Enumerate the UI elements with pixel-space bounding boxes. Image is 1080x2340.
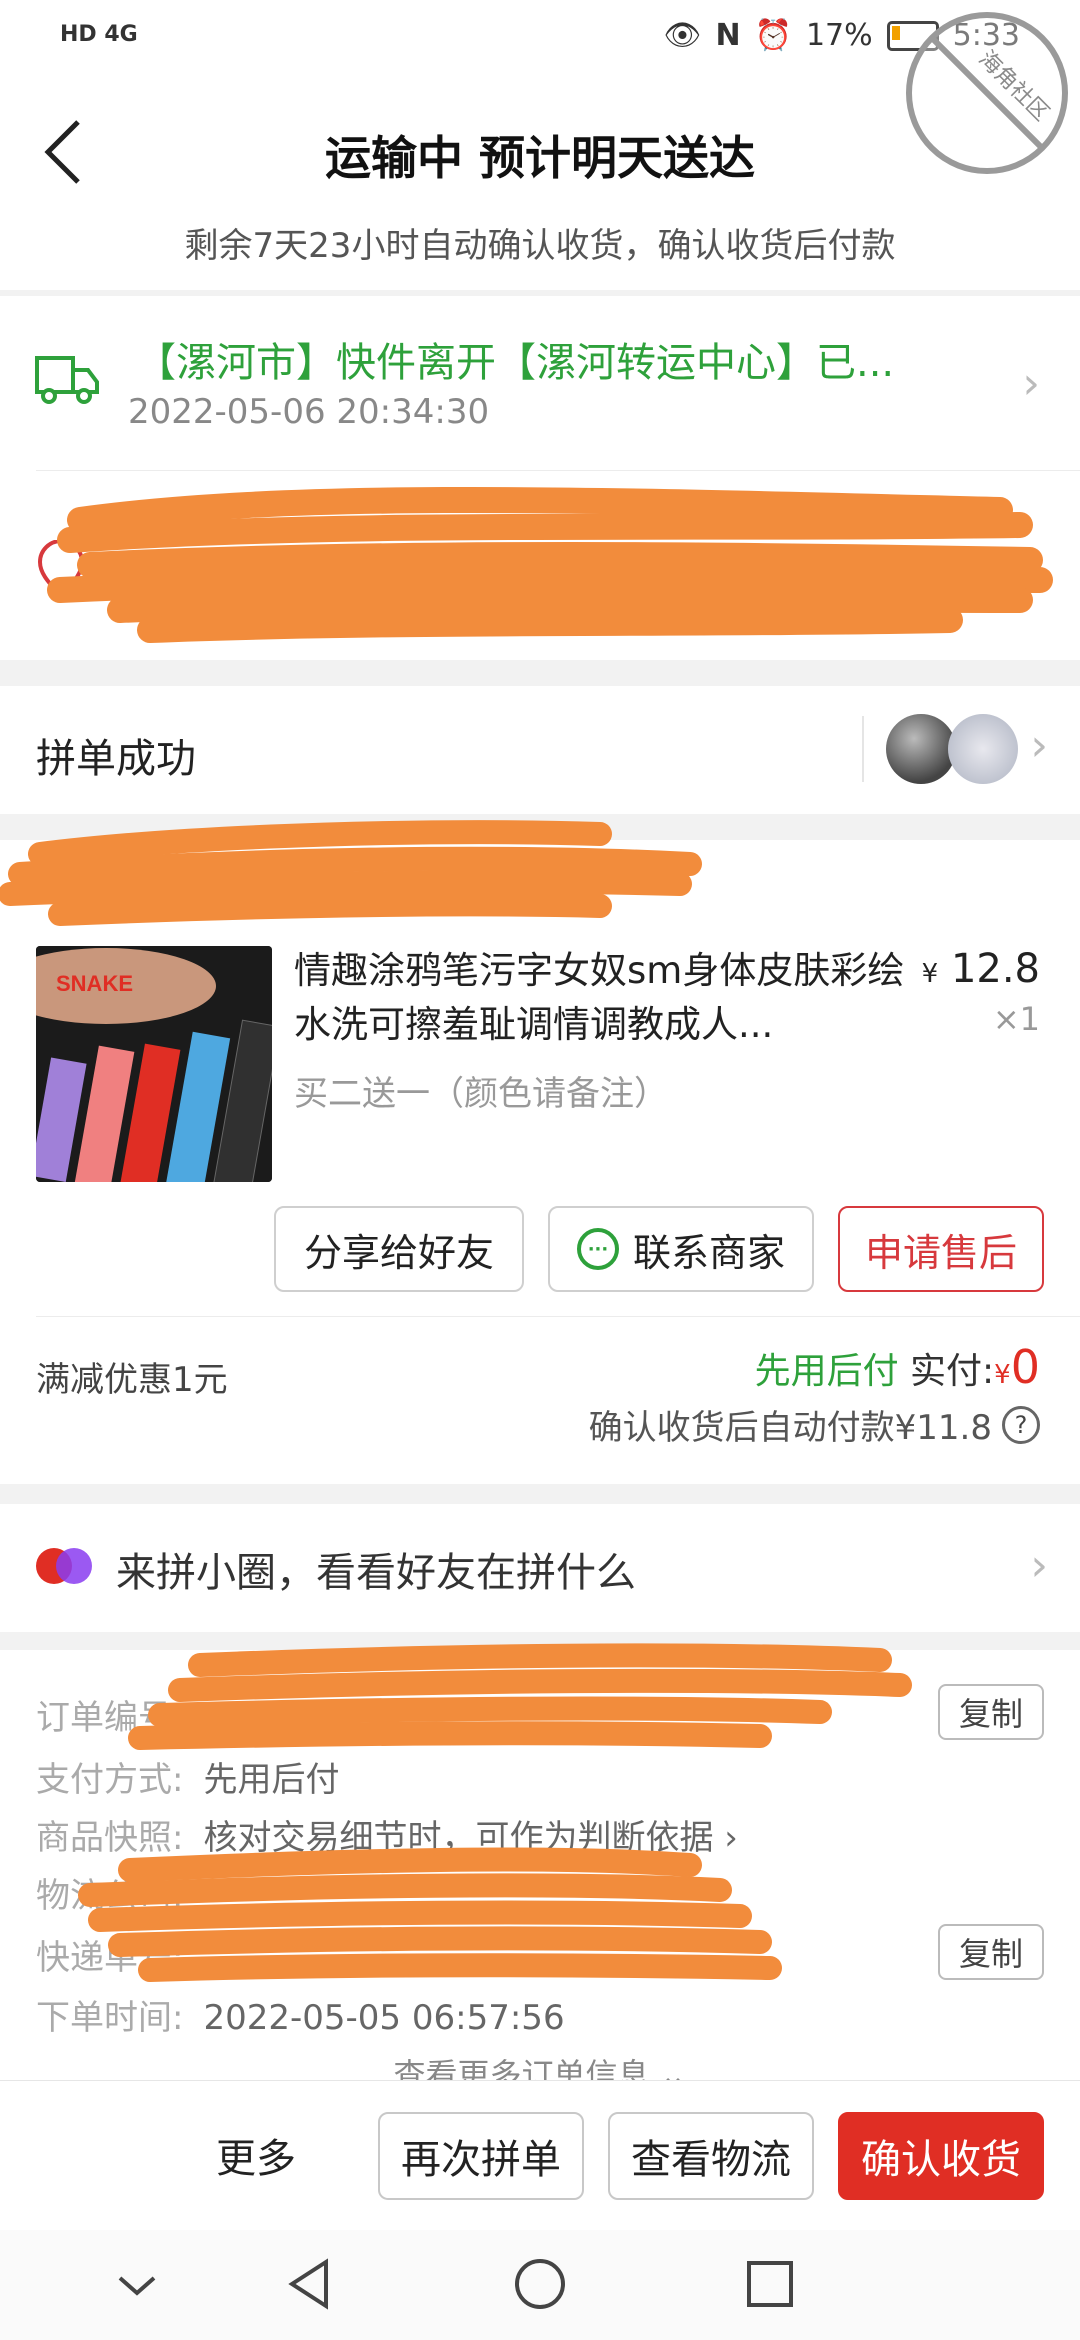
friend-circle-text: 来拼小圈，看看好友在拼什么 xyxy=(116,1550,636,1596)
currency-symbol: ¥ xyxy=(921,959,939,989)
network-indicator: HD 4G xyxy=(60,22,138,47)
chevron-right-icon: › xyxy=(1022,358,1040,409)
nav-home-icon[interactable] xyxy=(512,2256,568,2312)
marker-pens-image: SNAKE xyxy=(36,946,272,1182)
discount-info: 满减优惠1元 xyxy=(36,1360,228,1400)
alarm-icon: ⏰ xyxy=(754,18,792,53)
product-image[interactable]: SNAKE xyxy=(36,946,272,1182)
auto-pay-row: 确认收货后自动付款¥11.8 ? xyxy=(589,1400,1040,1449)
chevron-right-icon: › xyxy=(1030,1540,1048,1591)
order-number-label: 订单编号: xyxy=(36,1698,184,1738)
paid-label: 实付: xyxy=(910,1351,995,1392)
avatar xyxy=(948,714,1018,784)
svg-text:SNAKE: SNAKE xyxy=(56,971,133,996)
pay-later-tag: 先用后付 xyxy=(754,1351,899,1392)
nav-recents-icon[interactable] xyxy=(744,2258,796,2310)
courier-label: 物流公司: xyxy=(36,1876,184,1916)
order-time-value: 2022-05-05 06:57:56 xyxy=(203,1998,565,2038)
watermark-stamp-icon: 海角社区 xyxy=(906,12,1068,174)
after-sale-button[interactable]: 申请售后 xyxy=(838,1206,1044,1292)
snapshot-value: 核对交易细节时，可作为判断依据 › xyxy=(203,1818,738,1858)
logistics-time: 2022-05-06 20:34:30 xyxy=(128,392,490,432)
view-logistics-button[interactable]: 查看物流 xyxy=(608,2112,814,2200)
pay-method-label: 支付方式: xyxy=(36,1760,184,1800)
chevron-right-icon: › xyxy=(1030,720,1048,771)
auto-pay-text: 确认收货后自动付款¥11.8 xyxy=(588,1408,992,1448)
battery-percent: 17% xyxy=(805,18,873,53)
group-success-label: 拼单成功 xyxy=(36,736,196,782)
watermark-logo: 海角社区 xyxy=(902,8,1072,178)
share-button[interactable]: 分享给好友 xyxy=(274,1206,524,1292)
avatar xyxy=(886,714,956,784)
paid-value: 0 xyxy=(1010,1340,1040,1394)
divider xyxy=(36,1316,1080,1317)
regroup-button[interactable]: 再次拼单 xyxy=(378,2112,584,2200)
paid-currency: ¥ xyxy=(994,1360,1011,1390)
divider xyxy=(862,716,864,782)
copy-tracking-button[interactable]: 复制 xyxy=(938,1924,1044,1980)
view-logistics-label: 查看物流 xyxy=(631,2137,791,2183)
chevron-down-icon[interactable] xyxy=(112,2260,162,2310)
confirm-receipt-label: 确认收货 xyxy=(861,2137,1021,2183)
auto-confirm-notice: 剩余7天23小时自动确认收货，确认收货后付款 xyxy=(184,226,896,266)
logistics-status: 【漯河市】快件离开【漯河转运中心】已... xyxy=(136,340,895,386)
order-time-row: 下单时间: 2022-05-05 06:57:56 xyxy=(36,1990,565,2039)
more-button[interactable]: 更多 xyxy=(216,2126,296,2184)
tracking-row: 快递单号: xyxy=(36,1930,183,1979)
circle-logo-icon xyxy=(36,1548,92,1584)
copy-label: 复制 xyxy=(958,1935,1023,1973)
pay-method-row: 支付方式: 先用后付 xyxy=(36,1752,339,1801)
product-quantity: ×1 xyxy=(992,1000,1040,1038)
tracking-label: 快递单号: xyxy=(36,1938,184,1978)
courier-row: 物流公司: xyxy=(36,1868,183,1917)
contact-merchant-button[interactable]: ··· 联系商家 xyxy=(548,1206,814,1292)
confirm-receipt-button[interactable]: 确认收货 xyxy=(838,2112,1044,2200)
product-price: ¥ 12.8 xyxy=(922,946,1040,992)
pay-method-value: 先用后付 xyxy=(203,1760,340,1800)
copy-label: 复制 xyxy=(958,1695,1023,1733)
copy-order-number-button[interactable]: 复制 xyxy=(938,1684,1044,1740)
after-sale-label: 申请售后 xyxy=(864,1230,1017,1275)
regroup-label: 再次拼单 xyxy=(401,2137,561,2183)
price-value: 12.8 xyxy=(950,946,1040,992)
share-label: 分享给好友 xyxy=(303,1230,494,1275)
eye-icon: 👁 xyxy=(663,18,702,53)
help-icon[interactable]: ? xyxy=(1002,1405,1040,1444)
divider xyxy=(36,470,1080,471)
location-icon xyxy=(37,540,85,599)
contact-label: 联系商家 xyxy=(632,1230,785,1275)
snapshot-label: 商品快照: xyxy=(36,1818,184,1858)
nav-back-icon[interactable] xyxy=(284,2256,334,2312)
truck-icon xyxy=(35,356,99,404)
product-title[interactable]: 情趣涂鸦笔污字女奴sm身体皮肤彩绘水洗可擦羞耻调情调教成人... xyxy=(294,944,924,1052)
order-time-label: 下单时间: xyxy=(36,1998,184,2038)
snapshot-row[interactable]: 商品快照: 核对交易细节时，可作为判断依据 › xyxy=(36,1810,738,1859)
paid-amount-row: 先用后付 实付:¥0 xyxy=(755,1340,1040,1394)
chat-icon: ··· xyxy=(576,1228,619,1270)
nfc-icon: N xyxy=(715,18,741,53)
product-spec: 买二送一（颜色请备注） xyxy=(294,1074,668,1114)
order-number-row: 订单编号: xyxy=(36,1690,183,1739)
